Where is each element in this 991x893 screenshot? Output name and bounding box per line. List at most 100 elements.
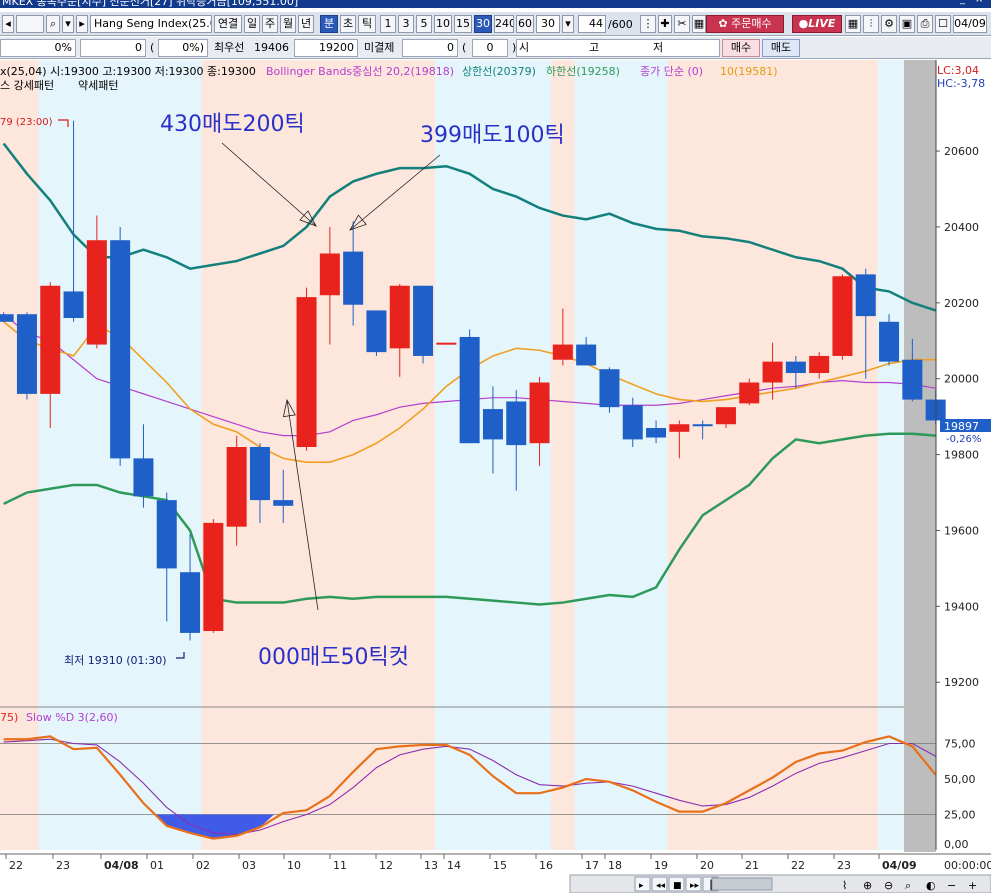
interval-15[interactable]: 15 (454, 15, 472, 33)
symbol-name-field[interactable]: Hang Seng Index(25.0 (90, 15, 212, 33)
x-tick-label: 17 (585, 859, 599, 872)
tab-week[interactable]: 주 (262, 15, 278, 33)
candle-body (226, 447, 247, 527)
bg-band (691, 60, 715, 850)
x-tick-label: 01 (150, 859, 164, 872)
candle-body (855, 274, 876, 317)
bg-band (760, 60, 785, 850)
buy-button[interactable]: 매수 (722, 39, 760, 57)
dropdown-chevron-icon[interactable]: ▾ (62, 15, 74, 33)
bg-band (621, 60, 645, 850)
gear-icon: ✿ (718, 17, 728, 30)
candle-body (622, 405, 643, 440)
low-label: 저 (653, 41, 664, 54)
tab-year[interactable]: 년 (298, 15, 314, 33)
scrollbar-thumb (711, 877, 773, 891)
legend-bb-lower[interactable]: 하한선(19258) (546, 64, 620, 78)
search-icon[interactable]: ⌕ (46, 15, 60, 33)
legend-bb-mid[interactable]: Bollinger Bands중심선 20,2(19818) (266, 65, 454, 78)
price-chart[interactable]: 2060020400202002000019800196001940019200… (0, 60, 991, 893)
tree-icon[interactable]: ⫶ (863, 15, 879, 33)
interval-chevron-icon[interactable]: ▾ (562, 15, 574, 33)
tab-tick[interactable]: 틱 (358, 15, 376, 33)
stoch-tick-label: 0,00 (944, 838, 969, 851)
live-button[interactable]: ●LIVE (792, 15, 842, 33)
chart-scrollbar[interactable]: ▸ ◂◂ ■ ▸▸ ▐ ⌇ ⊕ ⊖ ⌕ ◐ − + (569, 874, 991, 893)
live-dot-icon: ● (798, 17, 809, 30)
candle-body (459, 336, 480, 444)
high-marker-label: 79 (23:00) (0, 117, 53, 128)
price-tick-label: 20200 (944, 297, 979, 310)
bg-band (877, 60, 902, 850)
symbol-code-field[interactable] (16, 15, 44, 33)
grid-view-icon[interactable]: ▦ (845, 15, 861, 33)
bg-band (15, 60, 40, 850)
interval-3[interactable]: 3 (398, 15, 414, 33)
stoch-label-prefix: 75) (0, 711, 18, 724)
unfilled-sub-value: 0 (472, 39, 508, 57)
count-input[interactable]: 44 (578, 15, 606, 33)
tab-day[interactable]: 일 (244, 15, 260, 33)
sell-button[interactable]: 매도 (762, 39, 800, 57)
candle-body (692, 424, 713, 427)
x-tick-label: 02 (196, 859, 210, 872)
candle-body (110, 240, 131, 459)
x-axis-time-label: 00:00:00 (944, 859, 991, 872)
next-symbol-button[interactable]: ▸ (76, 15, 88, 33)
candle-body (296, 297, 317, 447)
minimize-icon[interactable]: _ (960, 0, 965, 5)
low-marker-label: 최저 19310 (01:30) (64, 654, 167, 667)
candle-body (552, 344, 573, 360)
legend-bb-upper[interactable]: 상한선(20379) (462, 65, 536, 78)
scroll-button-icon: ▸▸ (690, 881, 700, 891)
zoom-tool-icon: ⌕ (905, 879, 911, 892)
candle-body (832, 276, 853, 356)
zoom-tool-icon: ⊖ (884, 879, 893, 892)
x-tick-label: 22 (9, 859, 23, 872)
interval-1[interactable]: 1 (380, 15, 396, 33)
tab-connect[interactable]: 연결 (214, 15, 242, 33)
candle-body (389, 285, 410, 349)
lc-value: LC:3,04 (937, 64, 979, 77)
tab-second[interactable]: 초 (340, 15, 356, 33)
print-icon[interactable]: ⎙ (917, 15, 933, 33)
prev-symbol-button[interactable]: ◂ (2, 15, 14, 33)
legend-ma-type[interactable]: 종가 단순 (0) (640, 65, 703, 78)
bg-band (854, 60, 878, 850)
save-icon[interactable]: ▣ (899, 15, 915, 33)
tab-minute[interactable]: 분 (320, 15, 338, 33)
x-tick-label: 10 (287, 859, 301, 872)
x-tick-label: 15 (493, 859, 507, 872)
chart-toolbar: ◂ ⌕ ▾ ▸ Hang Seng Index(25.0 연결 일 주 월 년 … (0, 12, 991, 36)
checkbox-icon[interactable]: ☐ (935, 15, 951, 33)
order-buy-button[interactable]: ✿ 주문매수 (706, 15, 784, 33)
x-tick-label: 11 (333, 859, 347, 872)
interval-5[interactable]: 5 (416, 15, 432, 33)
interval-10[interactable]: 10 (434, 15, 452, 33)
legend-ma10[interactable]: 10(19581) (720, 65, 778, 78)
bg-band (178, 60, 203, 850)
candle-body (715, 407, 736, 425)
grid-icon[interactable]: ▦ (692, 15, 706, 33)
interval-60[interactable]: 60 (516, 15, 534, 33)
count-total: /600 (608, 18, 633, 31)
zoom-tool-icon: ⊕ (863, 879, 872, 892)
x-tick-label: 04/08 (104, 859, 139, 872)
crosshair-icon[interactable]: ✚ (658, 15, 672, 33)
interval-30[interactable]: 30 (474, 15, 492, 33)
ohlc-summary-field: 시 고 저 (516, 39, 720, 57)
x-tick-label: 20 (700, 859, 714, 872)
settings-icon[interactable]: ⚙ (881, 15, 897, 33)
scissors-icon[interactable]: ✂ (674, 15, 690, 33)
close-icon[interactable]: × (975, 0, 983, 5)
interval-input[interactable]: 30 (536, 15, 560, 33)
interval-240[interactable]: 240 (494, 15, 514, 33)
zoom-tool-icon: + (968, 879, 977, 892)
chart-tool-icon[interactable]: ⋮ (640, 15, 656, 33)
price-tick-label: 19600 (944, 524, 979, 537)
x-tick-label: 04/09 (882, 859, 917, 872)
candle-body (63, 291, 84, 318)
x-tick-label: 21 (745, 859, 759, 872)
tab-month[interactable]: 월 (280, 15, 296, 33)
date-input[interactable]: 04/09 (953, 15, 987, 33)
